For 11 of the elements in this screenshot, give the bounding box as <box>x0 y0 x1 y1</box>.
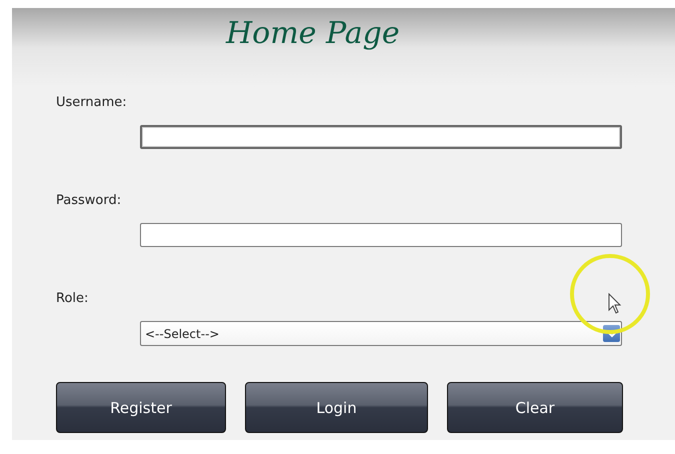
role-dropdown[interactable]: <--Select--> <box>140 321 622 346</box>
action-button[interactable]: Register <box>56 382 226 433</box>
field-label: Password: <box>56 193 122 208</box>
action-button[interactable]: Clear <box>447 382 623 433</box>
page-title: Home Page <box>226 16 400 51</box>
username-field[interactable] <box>140 125 622 149</box>
action-button[interactable]: Login <box>245 382 428 433</box>
mouse-pointer-icon <box>608 293 622 315</box>
password-field[interactable] <box>140 223 622 247</box>
field-label: Role: <box>56 291 88 306</box>
field-label: Username: <box>56 95 127 110</box>
